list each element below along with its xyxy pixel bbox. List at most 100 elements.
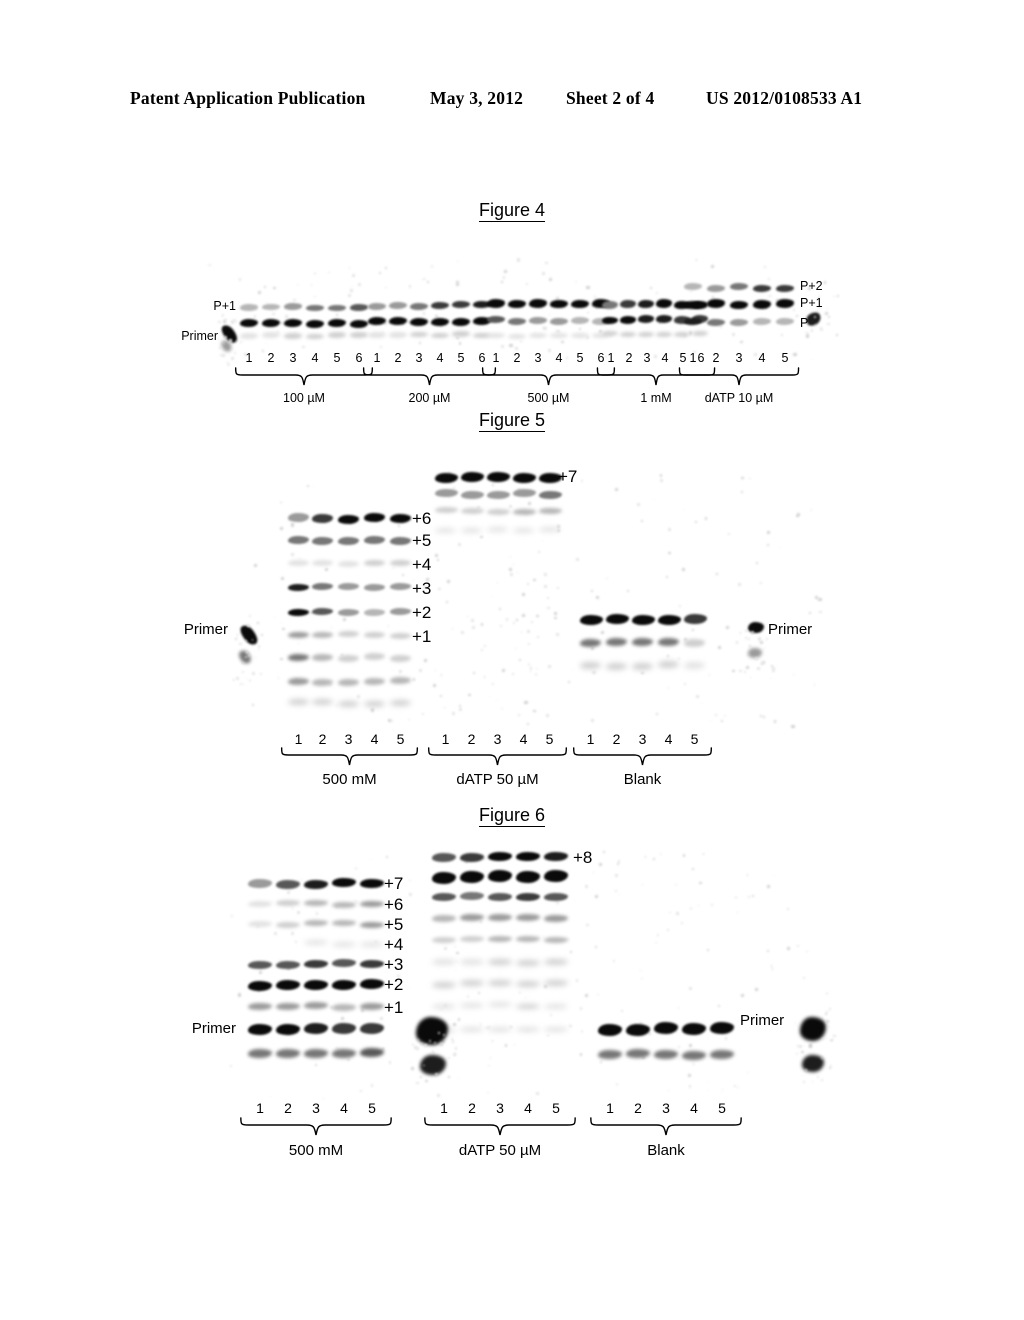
figure-5-group-brace — [572, 748, 713, 766]
gel-band — [766, 637, 769, 641]
gel-band — [328, 332, 346, 338]
gel-band — [245, 677, 248, 680]
gel-band — [676, 912, 679, 915]
gel-band — [440, 674, 443, 677]
gel-band — [516, 871, 540, 884]
gel-band — [805, 334, 810, 338]
gel-band — [640, 520, 643, 523]
gel-band — [544, 1003, 568, 1009]
gel-band — [682, 1050, 706, 1060]
gel-band — [697, 905, 700, 907]
gel-band — [615, 874, 619, 878]
gel-band — [554, 612, 558, 616]
gel-band — [547, 597, 549, 599]
gel-band — [519, 991, 522, 994]
figure-6-lane-number: 3 — [662, 1100, 670, 1116]
gel-band — [480, 648, 483, 651]
gel-band — [502, 669, 506, 673]
gel-band — [632, 638, 653, 646]
gel-band — [276, 960, 300, 969]
gel-band — [533, 578, 536, 582]
gel-band — [279, 501, 282, 504]
gel-band — [304, 940, 328, 946]
gel-band — [452, 331, 470, 337]
gel-band — [491, 1039, 494, 1042]
gel-band — [231, 320, 235, 324]
figure-5-lane-number: 2 — [467, 731, 476, 747]
gel-band — [235, 321, 238, 323]
gel-band — [739, 669, 742, 673]
gel-band — [660, 479, 664, 483]
gel-band — [516, 258, 520, 262]
gel-band — [312, 536, 333, 545]
gel-band — [256, 622, 259, 624]
gel-band — [385, 267, 388, 270]
gel-band — [487, 508, 510, 515]
gel-band — [684, 662, 705, 670]
figure-4-lane-number: 6 — [478, 351, 486, 365]
gel-band — [448, 497, 450, 499]
gel-band — [754, 656, 758, 660]
gel-band — [513, 527, 534, 533]
gel-band — [746, 1071, 748, 1074]
figure-6-ladder-label: +2 — [384, 975, 404, 994]
gel-band — [379, 345, 383, 349]
figure-5-lane-number: 1 — [441, 731, 450, 747]
gel-band — [811, 1080, 814, 1083]
gel-band — [368, 302, 386, 310]
gel-band — [312, 654, 333, 662]
figure-5-group-label: dATP 50 µM — [456, 771, 539, 788]
gel-band — [516, 892, 540, 901]
gel-band — [519, 658, 522, 661]
gel-band — [656, 933, 660, 937]
gel-band — [707, 284, 725, 292]
gel-band — [600, 631, 604, 635]
gel-band — [638, 315, 654, 323]
gel-band — [516, 852, 540, 862]
gel-band — [235, 340, 238, 342]
gel-band — [380, 1016, 384, 1020]
gel-band — [740, 490, 744, 494]
gel-band — [570, 951, 572, 954]
gel-band — [390, 583, 411, 591]
gel-band — [452, 301, 470, 309]
figure-5-lane-number: 2 — [318, 731, 327, 747]
gel-band — [602, 300, 618, 310]
gel-band — [822, 1037, 825, 1041]
gel-band — [668, 551, 671, 554]
gel-band — [460, 936, 484, 943]
gel-band — [773, 720, 776, 723]
gel-band — [579, 1053, 583, 1056]
gel-band — [503, 269, 507, 273]
gel-band — [312, 559, 333, 566]
gel-band — [674, 332, 690, 338]
gel-band — [432, 683, 436, 687]
gel-band — [488, 1027, 512, 1033]
gel-band — [364, 653, 385, 661]
gel-band — [739, 632, 742, 634]
figure-6-lane-number: 4 — [690, 1100, 698, 1116]
gel-band — [547, 606, 551, 610]
gel-band — [240, 319, 258, 327]
figure-6-group-brace — [589, 1118, 743, 1136]
gel-band — [451, 1038, 453, 1040]
gel-band — [263, 286, 267, 289]
gel-band — [257, 637, 259, 639]
gel-band — [641, 671, 644, 675]
gel-band — [753, 284, 771, 292]
gel-band — [632, 662, 653, 670]
gel-band — [360, 1022, 384, 1034]
gel-band — [306, 304, 324, 312]
gel-band — [236, 634, 239, 636]
gel-band — [288, 632, 309, 639]
figure-4-lane-number: 5 — [576, 351, 584, 365]
figure-4-lane-number: 6 — [697, 351, 705, 365]
gel-band — [360, 1048, 384, 1058]
figure-4-group-label: 100 µM — [283, 391, 325, 405]
gel-band — [415, 1047, 419, 1051]
gel-band — [811, 358, 814, 361]
gel-band — [794, 1022, 797, 1024]
gel-band — [797, 1025, 800, 1028]
gel-band — [304, 1048, 328, 1058]
gel-band — [432, 1003, 456, 1009]
